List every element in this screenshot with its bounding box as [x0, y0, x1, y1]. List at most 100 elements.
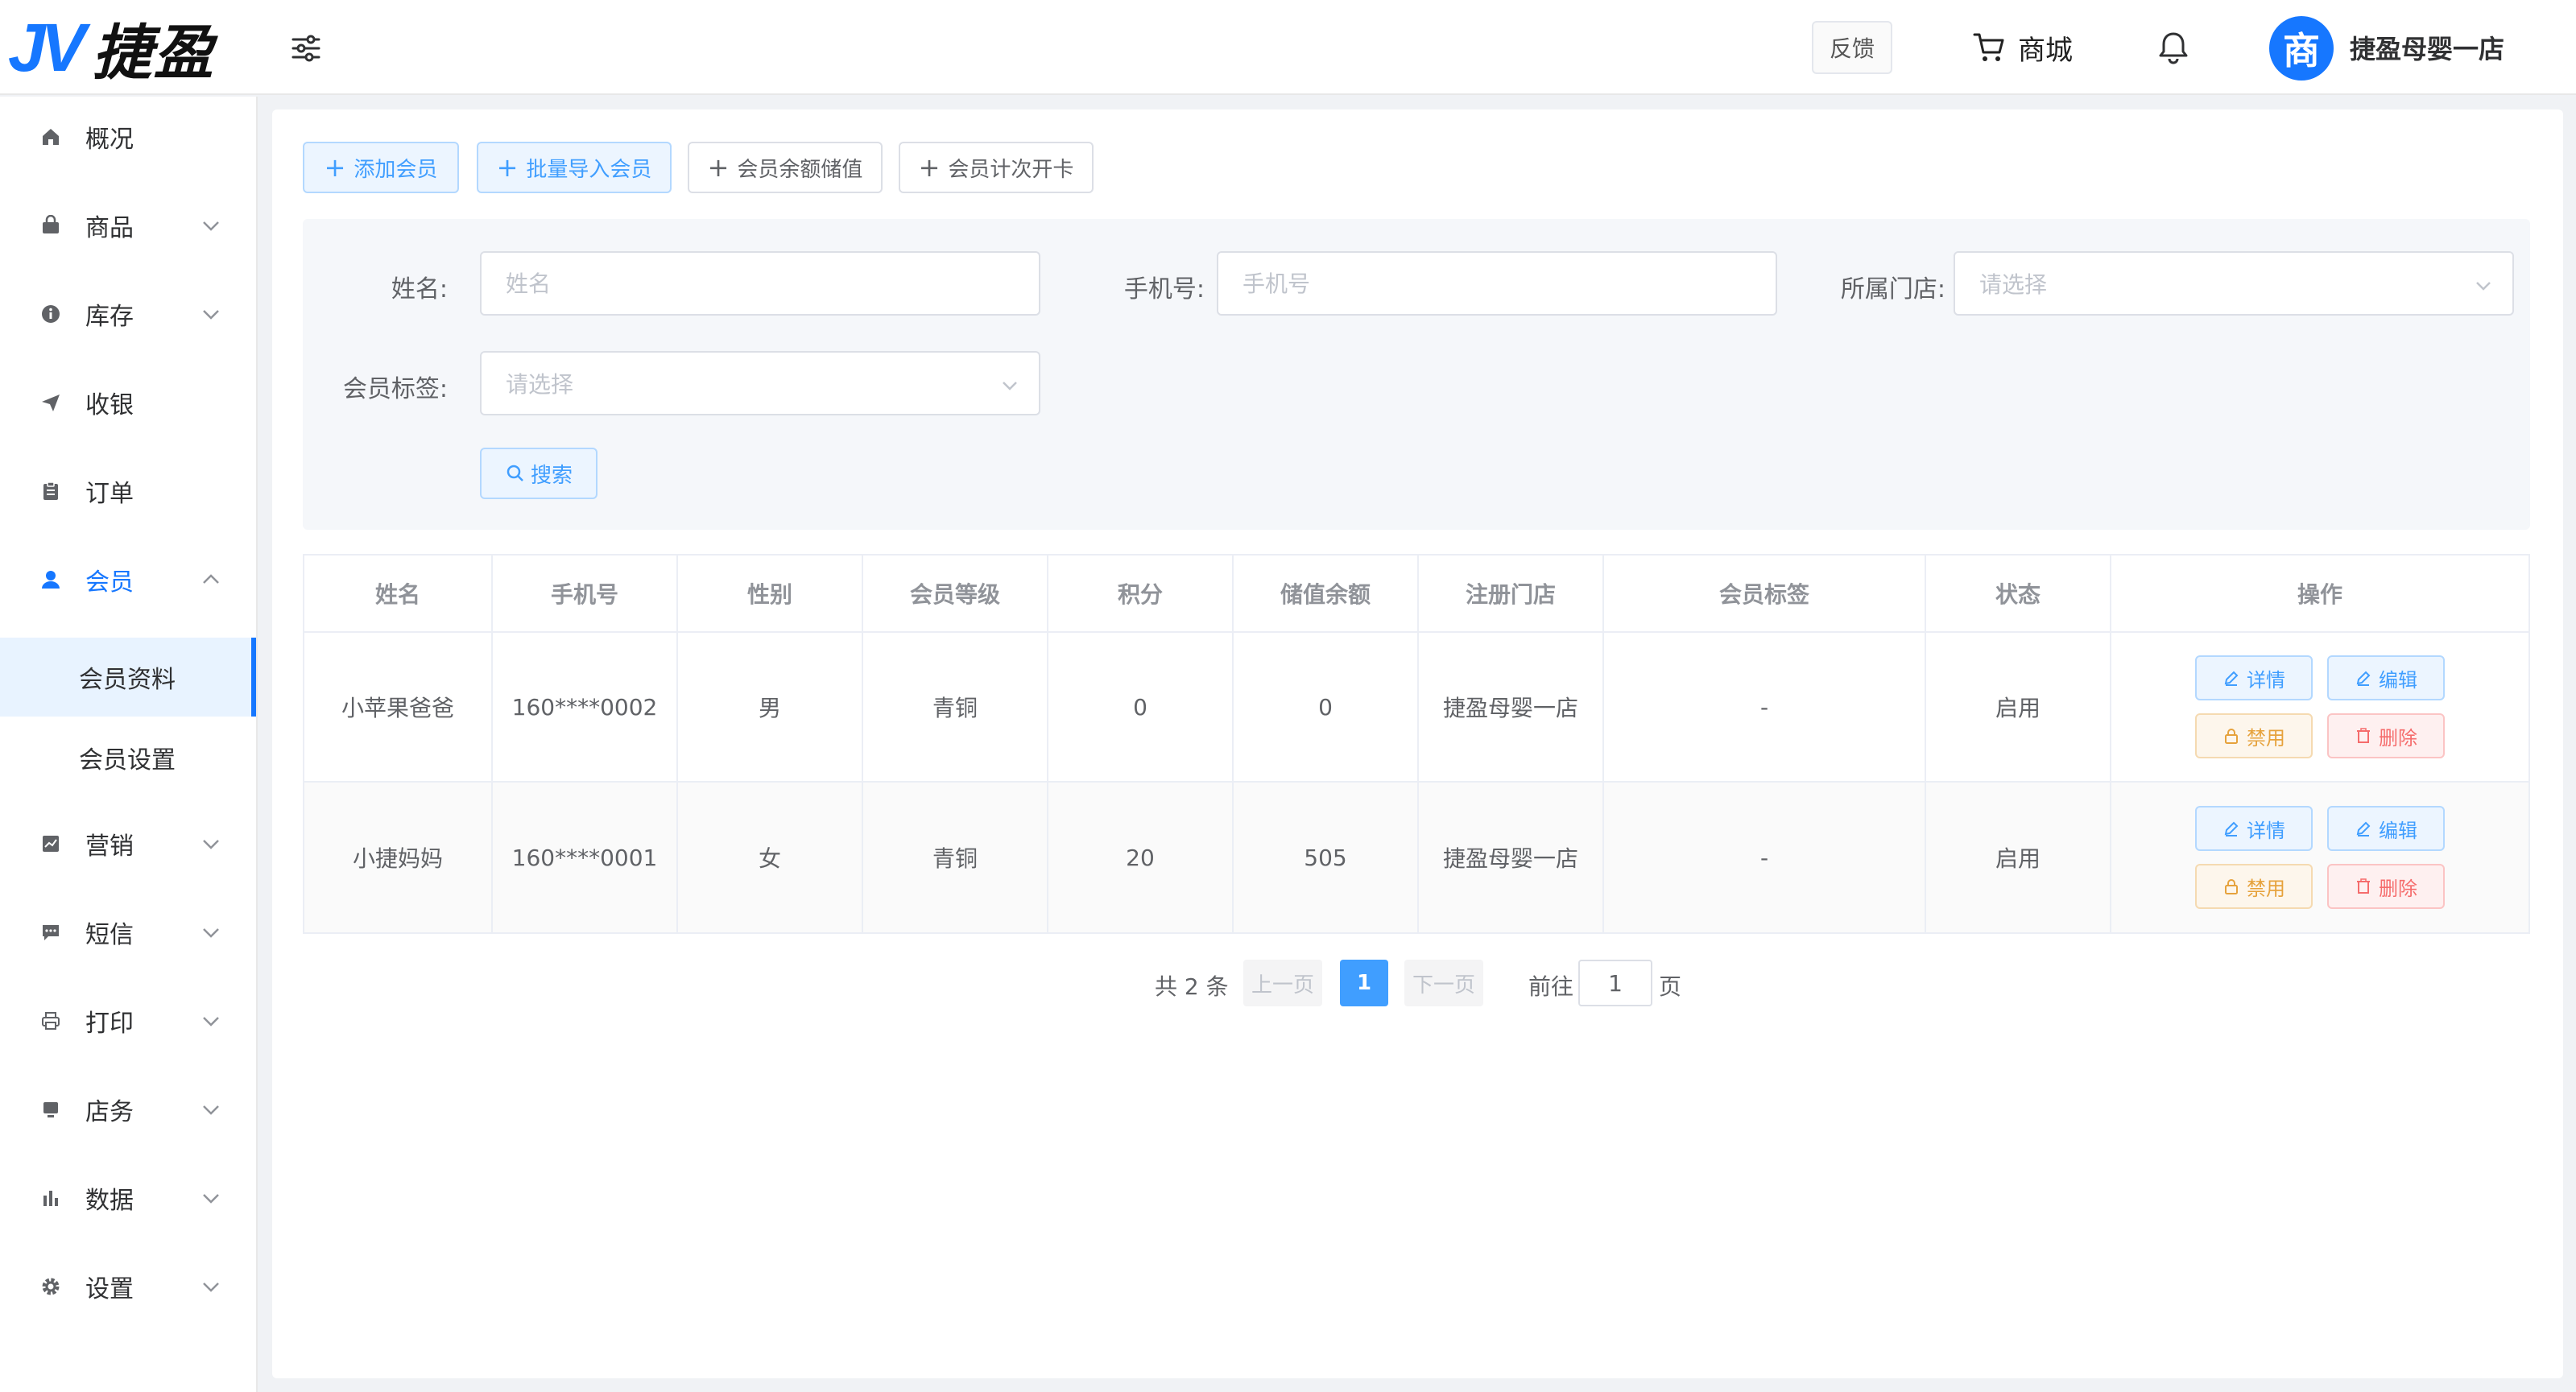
shop-icon: [43, 1102, 58, 1117]
delete-button[interactable]: 删除: [2327, 713, 2445, 758]
sidebar-item-orders[interactable]: 订单: [0, 451, 256, 531]
chevron-down-icon: [2476, 282, 2491, 291]
next-page-button[interactable]: 下一页: [1404, 960, 1483, 1006]
sidebar-subitem-member-profile[interactable]: 会员资料: [0, 638, 256, 717]
col-name: 姓名: [304, 556, 493, 631]
sidebar-item-print[interactable]: 打印: [0, 981, 256, 1061]
table-row: 小苹果爸爸 160****0002 男 青铜 0 0 捷盈母婴一店 - 启用 详…: [304, 633, 2528, 783]
store-name[interactable]: 捷盈母婴一店: [2350, 29, 2504, 66]
chevron-down-icon: [203, 928, 219, 938]
lock-icon: [2225, 879, 2238, 894]
sidebar-item-cashier[interactable]: 收银: [0, 362, 256, 443]
logo-mark: JV: [8, 9, 86, 85]
goto-label: 前往: [1528, 973, 1574, 1000]
sliders-icon[interactable]: [290, 32, 322, 64]
printer-icon: [42, 1012, 60, 1030]
sidebar-item-overview[interactable]: 概况: [0, 97, 256, 177]
store-select-placeholder: 请选择: [1979, 271, 2048, 298]
store-select[interactable]: 请选择: [1954, 251, 2514, 316]
info-icon: [42, 305, 60, 323]
table-row: 小捷妈妈 160****0001 女 青铜 20 505 捷盈母婴一店 - 启用…: [304, 783, 2528, 932]
add-member-button[interactable]: + 添加会员: [303, 142, 459, 193]
goto-page-input[interactable]: 1: [1578, 960, 1652, 1006]
chevron-down-icon: [203, 1105, 219, 1115]
logo-text: 捷盈: [92, 18, 215, 88]
cell-gender: 女: [678, 783, 863, 932]
search-icon: [507, 465, 523, 481]
avatar[interactable]: 商: [2269, 16, 2334, 81]
edit-button[interactable]: 编辑: [2327, 655, 2445, 700]
chevron-down-icon: [203, 310, 219, 320]
mall-link[interactable]: 商城: [1971, 27, 2073, 68]
cell-points: 0: [1048, 633, 1234, 781]
sidebar-subitem-member-settings[interactable]: 会员设置: [0, 718, 256, 797]
member-table: 姓名 手机号 性别 会员等级 积分 储值余额 注册门店 会员标签 状态 操作 小…: [303, 554, 2530, 934]
sidebar-item-sms[interactable]: 短信: [0, 892, 256, 973]
main-card: + 添加会员 + 批量导入会员 + 会员余额储值 + 会员计次开卡 会员标签: 姓名: …: [272, 109, 2563, 1378]
disable-button[interactable]: 禁用: [2195, 713, 2313, 758]
disable-button[interactable]: 禁用: [2195, 864, 2313, 909]
sidebar-item-inventory[interactable]: 库存: [0, 274, 256, 354]
page-unit-label: 页: [1659, 973, 1682, 1000]
sidebar-item-goods[interactable]: 商品: [0, 185, 256, 266]
plus-icon: +: [918, 152, 941, 183]
feedback-button[interactable]: 反馈: [1812, 21, 1892, 74]
name-input[interactable]: [480, 251, 1040, 316]
cell-status: 启用: [1926, 633, 2111, 781]
chevron-up-icon: [203, 574, 219, 584]
phone-field[interactable]: [1243, 270, 1722, 297]
bell-icon[interactable]: [2155, 29, 2192, 66]
phone-input[interactable]: [1217, 251, 1777, 316]
chevron-down-icon: [203, 1194, 219, 1204]
sidebar-item-marketing[interactable]: 营销: [0, 803, 256, 884]
home-icon: [43, 129, 59, 145]
cell-gender: 男: [678, 633, 863, 781]
prev-page-button[interactable]: 上一页: [1243, 960, 1322, 1006]
edit-button[interactable]: 编辑: [2327, 806, 2445, 851]
tag-label: 会员标签:: [342, 375, 448, 403]
cell-level: 青铜: [863, 783, 1048, 932]
col-gender: 性别: [678, 556, 863, 631]
delete-button[interactable]: 删除: [2327, 864, 2445, 909]
cell-status: 启用: [1926, 783, 2111, 932]
cell-store: 捷盈母婴一店: [1419, 633, 1604, 781]
col-tag: 会员标签: [1604, 556, 1926, 631]
pagination-total: 共 2 条: [1155, 973, 1229, 1000]
batch-import-button[interactable]: + 批量导入会员: [477, 142, 672, 193]
balance-deposit-button[interactable]: + 会员余额储值: [688, 142, 883, 193]
chart-icon: [43, 836, 59, 852]
cell-name: 小捷妈妈: [304, 783, 493, 932]
count-card-button[interactable]: + 会员计次开卡: [899, 142, 1094, 193]
sidebar-item-member[interactable]: 会员: [0, 539, 256, 620]
col-status: 状态: [1926, 556, 2111, 631]
tag-select[interactable]: 请选择: [480, 351, 1040, 415]
cart-icon: [1973, 33, 2004, 61]
cell-tag: -: [1604, 783, 1926, 932]
search-button[interactable]: 搜索: [480, 448, 597, 499]
cell-balance: 505: [1234, 783, 1419, 932]
col-phone: 手机号: [493, 556, 678, 631]
col-store: 注册门店: [1419, 556, 1604, 631]
message-icon: [43, 925, 59, 940]
cell-phone: 160****0002: [493, 633, 678, 781]
detail-button[interactable]: 详情: [2195, 655, 2313, 700]
pencil-icon: [2356, 671, 2371, 686]
pagination: 共 2 条 上一页 1 下一页 前往 1 页: [272, 960, 2563, 1008]
cell-level: 青铜: [863, 633, 1048, 781]
user-icon: [42, 571, 60, 589]
col-balance: 储值余额: [1234, 556, 1419, 631]
clipboard-icon: [43, 481, 58, 500]
store-label: 所属门店:: [1840, 275, 1945, 304]
chevron-down-icon: [203, 840, 219, 849]
sidebar-item-data[interactable]: 数据: [0, 1158, 256, 1238]
sidebar-item-store-affairs[interactable]: 店务: [0, 1069, 256, 1150]
pencil-icon: [2224, 671, 2239, 686]
name-field[interactable]: [506, 270, 986, 297]
bag-icon: [43, 215, 59, 233]
pencil-icon: [2356, 821, 2371, 836]
page-number-current[interactable]: 1: [1340, 960, 1388, 1006]
brand-logo[interactable]: JV 捷盈: [8, 9, 215, 88]
detail-button[interactable]: 详情: [2195, 806, 2313, 851]
trash-icon: [2357, 728, 2370, 743]
sidebar-item-settings[interactable]: 设置: [0, 1246, 256, 1327]
